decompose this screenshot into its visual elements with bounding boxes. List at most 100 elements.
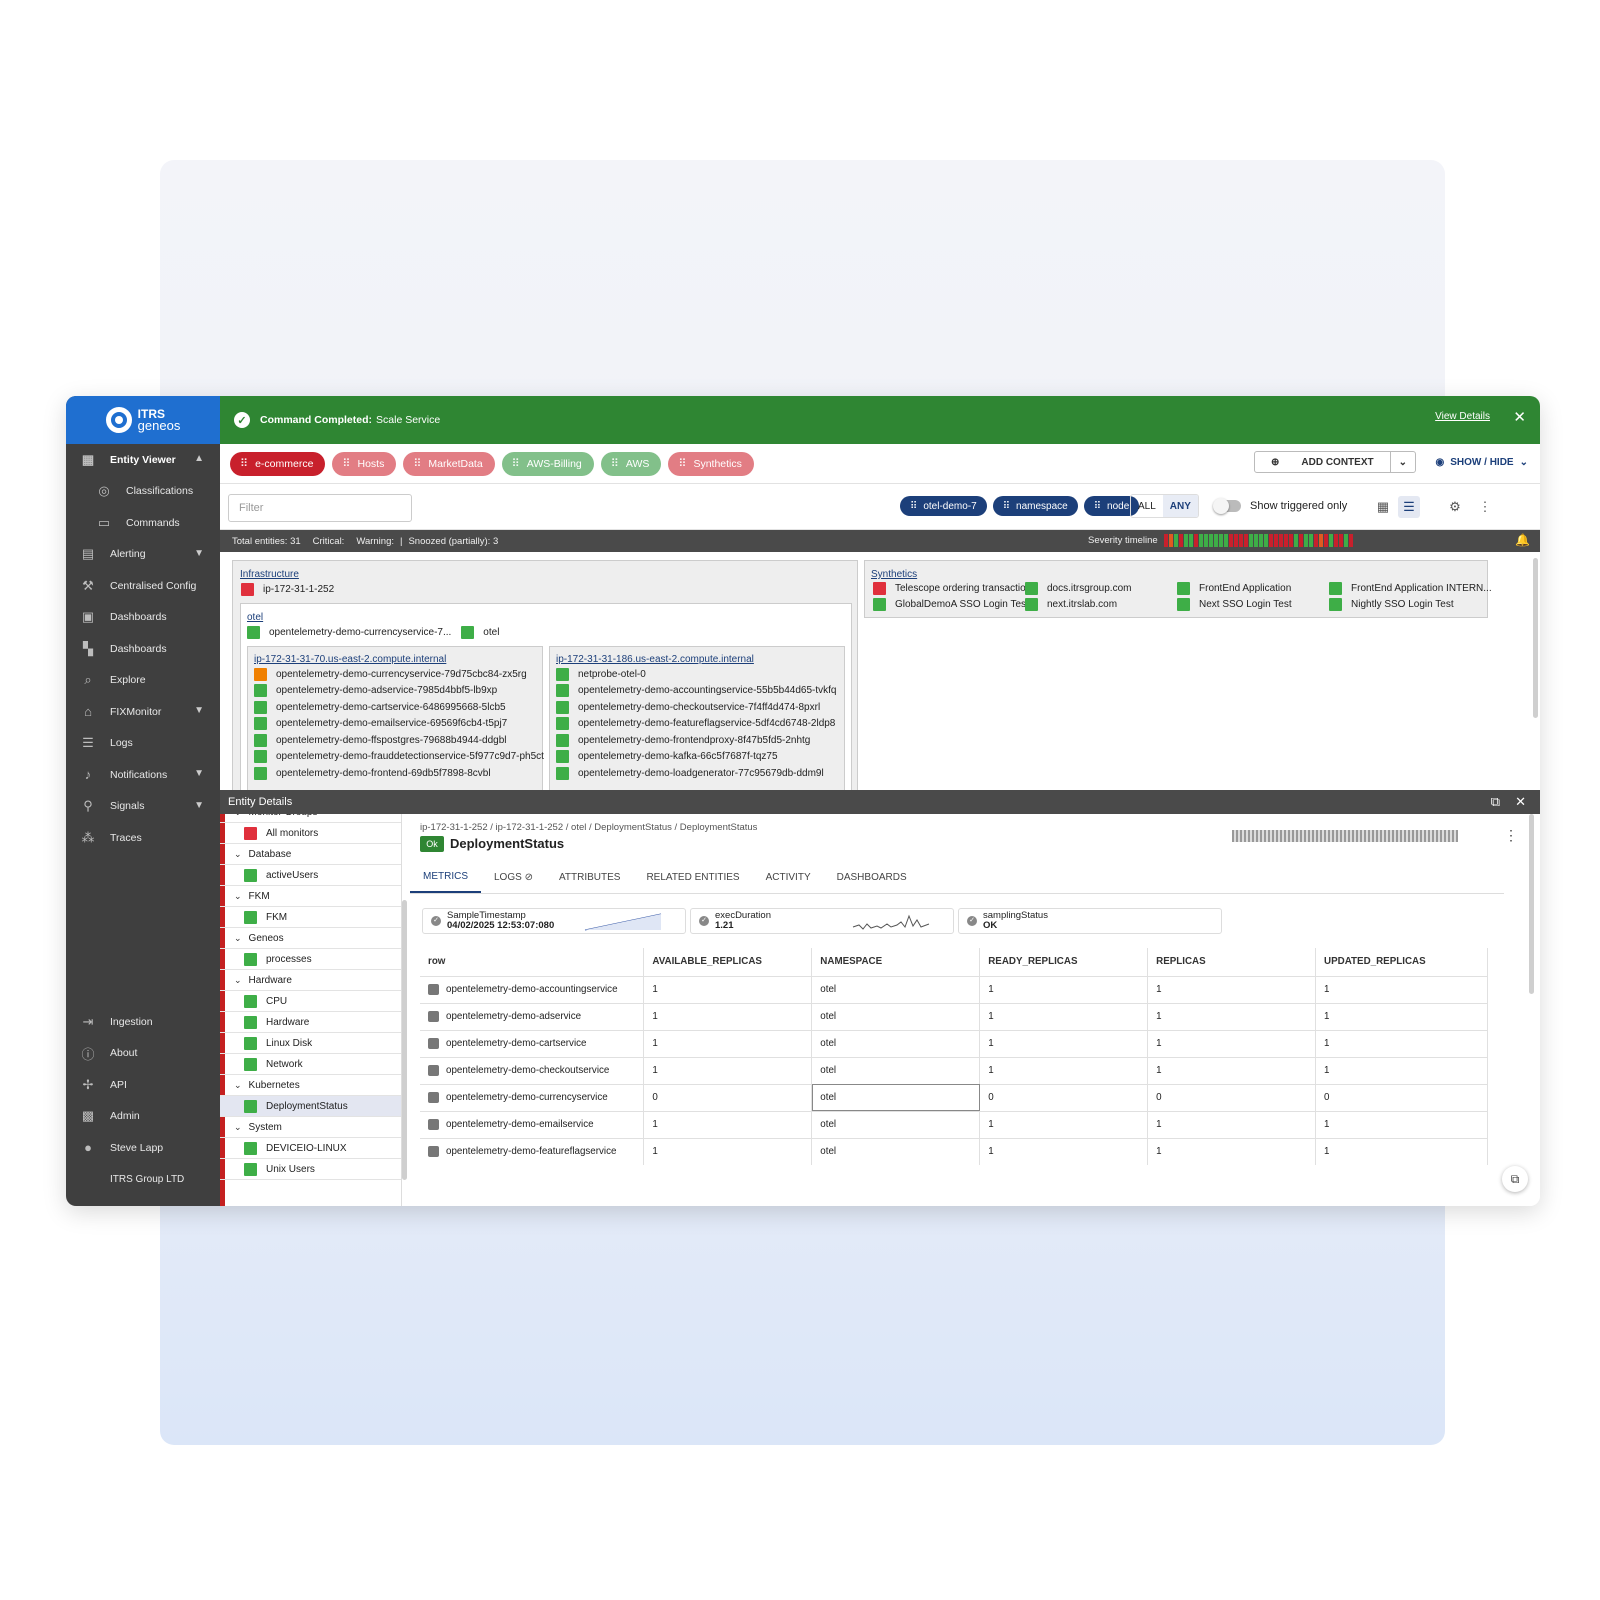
table-cell[interactable]: 1 (1147, 1002, 1317, 1030)
sidebar-item-commands[interactable]: ▭ Commands (66, 507, 220, 539)
tree-leaf[interactable]: FKM (220, 907, 401, 928)
entity-item[interactable]: opentelemetry-demo-loadgenerator-77c9567… (556, 765, 836, 782)
entity-item[interactable]: opentelemetry-demo-cartservice-648699566… (254, 699, 544, 716)
all-option[interactable]: ALL (1131, 495, 1163, 517)
tree-leaf[interactable]: All monitors (220, 823, 401, 844)
table-row[interactable]: opentelemetry-demo-featureflagservice 1 ot… (420, 1137, 1488, 1165)
tab-dashboards[interactable]: DASHBOARDS (824, 862, 920, 893)
chevron-icon[interactable]: ▼ (194, 705, 204, 716)
entity-item[interactable]: opentelemetry-demo-frontend-69db5f7898-8… (254, 765, 544, 782)
entity-item[interactable]: opentelemetry-demo-ffspostgres-79688b494… (254, 732, 544, 749)
sidebar-item-api[interactable]: ✢ API (66, 1069, 220, 1101)
sidebar-item-logs[interactable]: ☰ Logs (66, 728, 220, 760)
tree-scrollbar[interactable] (402, 900, 407, 1180)
sidebar-item-classifications[interactable]: ◎ Classifications (66, 476, 220, 508)
tree-group[interactable]: ⌄ Hardware (220, 970, 401, 991)
table-cell[interactable]: 1 (1147, 975, 1317, 1003)
metric-sampletimestamp[interactable]: ✓ SampleTimestamp 04/02/2025 12:53:07:080 (422, 908, 686, 934)
entity-item[interactable]: Telescope ordering transaction (873, 580, 1031, 597)
table-cell[interactable]: opentelemetry-demo-accountingservice (420, 975, 645, 1003)
tree-leaf[interactable]: Hardware (220, 1012, 401, 1033)
tree-group[interactable]: ⌄ Geneos (220, 928, 401, 949)
bell-icon[interactable]: 🔔 (1515, 533, 1530, 547)
grid-view-icon[interactable]: ▦ (1372, 496, 1394, 518)
chevron-icon[interactable]: ▼ (194, 768, 204, 779)
table-cell[interactable]: otel (811, 975, 981, 1003)
table-cell[interactable]: opentelemetry-demo-cartservice (420, 1029, 645, 1057)
context-chip[interactable]: ⠿ AWS (600, 451, 662, 476)
context-chip[interactable]: ⠿ Hosts (332, 451, 397, 476)
synthetics-link[interactable]: Synthetics (871, 569, 917, 580)
more-vert-icon[interactable]: ⋮ (1474, 496, 1496, 518)
table-cell[interactable]: 1 (1147, 1137, 1317, 1165)
table-cell[interactable]: otel (811, 1029, 981, 1057)
tree-leaf[interactable]: processes (220, 949, 401, 970)
table-cell[interactable]: 0 (643, 1083, 813, 1111)
table-row[interactable]: opentelemetry-demo-checkoutservice 1 otel 1… (420, 1056, 1488, 1084)
entity-item[interactable]: opentelemetry-demo-checkoutservice-7f4ff… (556, 699, 836, 716)
tab-logs[interactable]: LOGS ⊘ (481, 862, 546, 893)
table-cell[interactable]: 1 (643, 975, 813, 1003)
table-cell[interactable]: opentelemetry-demo-featureflagservice (420, 1137, 645, 1165)
breadcrumb[interactable]: ip-172-31-1-252 / ip-172-31-1-252 / otel… (420, 822, 757, 833)
table-cell[interactable]: 1 (643, 1056, 813, 1084)
table-cell[interactable]: 1 (1315, 1029, 1488, 1057)
filter-input[interactable]: Filter (228, 494, 412, 522)
any-option[interactable]: ANY (1162, 495, 1198, 517)
column-header[interactable]: AVAILABLE_REPLICAS (643, 948, 813, 977)
context-chip[interactable]: ⠿ AWS-Billing (501, 451, 594, 476)
entity-item[interactable]: ip-172-31-1-252 (241, 581, 334, 598)
table-cell[interactable]: 1 (979, 1056, 1149, 1084)
tree-leaf[interactable]: CPU (220, 991, 401, 1012)
column-header[interactable]: REPLICAS (1147, 948, 1317, 977)
table-cell[interactable]: otel (811, 1056, 981, 1084)
sidebar-item-steve-lapp[interactable]: ● Steve Lapp (66, 1132, 220, 1164)
table-row[interactable]: opentelemetry-demo-accountingservice 1 ote… (420, 975, 1488, 1003)
table-cell[interactable]: 1 (1315, 1110, 1488, 1138)
column-header[interactable]: NAMESPACE (811, 948, 981, 977)
entity-item[interactable]: otel (461, 624, 499, 641)
table-cell[interactable]: 1 (979, 975, 1149, 1003)
entity-item[interactable]: opentelemetry-demo-frontendproxy-8f47b5f… (556, 732, 836, 749)
more-vert-icon[interactable]: ⋮ (1504, 827, 1518, 844)
sidebar-item-centralised-config[interactable]: ⚒ Centralised Config (66, 570, 220, 602)
sidebar-item-entity-viewer[interactable]: ▦ Entity Viewer ▲ (66, 444, 220, 476)
table-cell[interactable]: 0 (979, 1083, 1149, 1111)
sidebar-item-admin[interactable]: ▩ Admin (66, 1101, 220, 1133)
tree-group[interactable]: ⌄ FKM (220, 886, 401, 907)
table-cell[interactable]: 0 (1147, 1083, 1317, 1111)
tree-group[interactable]: ⌄ Database (220, 844, 401, 865)
chevron-icon[interactable]: ▼ (194, 800, 204, 811)
list-view-icon[interactable]: ☰ (1398, 496, 1420, 518)
tree-leaf[interactable]: Unix Users (220, 1159, 401, 1180)
table-cell[interactable]: otel (811, 1137, 981, 1165)
panel-scrollbar[interactable] (1529, 814, 1534, 994)
table-row[interactable]: opentelemetry-demo-currencyservice 0 otel 0… (420, 1083, 1488, 1111)
filter-tag[interactable]: ⠿ otel-demo-7 (900, 496, 987, 516)
table-cell[interactable]: opentelemetry-demo-adservice (420, 1002, 645, 1030)
table-cell[interactable]: 1 (979, 1029, 1149, 1057)
tab-metrics[interactable]: METRICS (410, 862, 481, 893)
table-row[interactable]: opentelemetry-demo-cartservice 1 otel 1 1 1 (420, 1029, 1488, 1057)
sidebar-item-about[interactable]: ⓘ About (66, 1038, 220, 1070)
table-cell[interactable]: 1 (1147, 1029, 1317, 1057)
sidebar-item-signals[interactable]: ⚲ Signals ▼ (66, 791, 220, 823)
entity-item[interactable]: opentelemetry-demo-currencyservice-7... (247, 624, 451, 641)
context-chip[interactable]: ⠿ MarketData (403, 451, 495, 476)
table-cell[interactable]: otel (811, 1110, 981, 1138)
sidebar-item-alerting[interactable]: ▤ Alerting ▼ (66, 539, 220, 571)
filter-tag[interactable]: ⠿ namespace (992, 496, 1078, 516)
sidebar-item-traces[interactable]: ⁂ Traces (66, 822, 220, 854)
scrollbar[interactable] (1533, 558, 1538, 718)
node1-link[interactable]: ip-172-31-31-70.us-east-2.compute.intern… (254, 654, 446, 665)
tree-group[interactable]: ⌄ Kubernetes (220, 1075, 401, 1096)
entity-item[interactable]: opentelemetry-demo-featureflagservice-5d… (556, 716, 836, 733)
tree-leaf[interactable]: activeUsers (220, 865, 401, 886)
metric-execduration[interactable]: ✓ execDuration 1.21 (690, 908, 954, 934)
entity-item[interactable]: FrontEnd Application (1177, 580, 1329, 597)
entity-item[interactable]: FrontEnd Application INTERN... (1329, 580, 1492, 597)
sidebar-item-dashboards[interactable]: ▚ Dashboards (66, 633, 220, 665)
entity-item[interactable]: docs.itrsgroup.com (1025, 580, 1177, 597)
table-cell[interactable]: 1 (643, 1002, 813, 1030)
table-cell[interactable]: 1 (1315, 1002, 1488, 1030)
